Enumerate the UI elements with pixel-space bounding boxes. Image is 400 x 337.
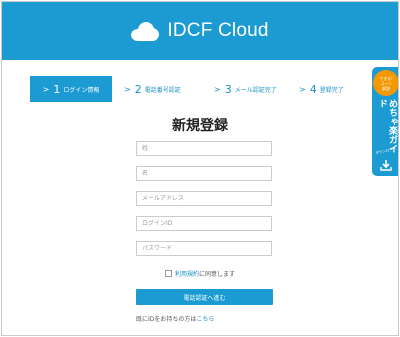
step-number: 2	[134, 82, 142, 96]
step-indicator: > 1 ログイン情報 > 2 電話番号認証 > 3 メール認証完了 > 4 登録…	[2, 76, 398, 102]
chevron-right-icon: >	[124, 84, 131, 94]
chevron-right-icon: >	[299, 84, 306, 94]
email-field[interactable]	[136, 191, 272, 206]
step-1: > 1 ログイン情報	[30, 76, 112, 102]
first-name-field[interactable]	[136, 166, 272, 181]
chevron-right-icon: >	[214, 84, 221, 94]
banner-badge: できる! ゴーン 解説	[373, 70, 398, 96]
chevron-right-icon: >	[42, 84, 50, 94]
step-3: > 3 メール認証完了	[214, 76, 277, 102]
step-4: > 4 登録完了	[299, 76, 344, 102]
badge-line-3: 解説	[382, 85, 390, 91]
terms-suffix: に同意します	[199, 271, 236, 278]
step-2: > 2 電話番号認証	[124, 76, 181, 102]
guide-banner[interactable]: できる! ゴーン 解説 めちゃ楽ガイド ダウンロード	[372, 67, 398, 176]
last-name-field[interactable]	[136, 141, 272, 156]
download-icon	[380, 160, 392, 171]
header: IDCF Cloud	[2, 2, 398, 60]
existing-account-line: 既にIDをお持ちの方はこちら	[136, 314, 214, 323]
step-number: 4	[309, 82, 317, 96]
login-prompt: 既にIDをお持ちの方は	[136, 316, 197, 323]
logo: IDCF Cloud	[131, 20, 268, 42]
logo-text: IDCF Cloud	[167, 20, 269, 41]
step-number: 1	[53, 82, 61, 96]
step-label: メール認証完了	[234, 86, 277, 94]
page-title: 新規登録	[172, 118, 228, 134]
login-link[interactable]: こちら	[196, 316, 214, 323]
terms-text: 利用規約に同意します	[175, 269, 235, 278]
terms-link[interactable]: 利用規約	[175, 271, 199, 278]
step-number: 3	[224, 82, 232, 96]
submit-button[interactable]: 電話認証へ進む	[136, 289, 273, 305]
cloud-icon	[131, 21, 161, 41]
page-frame: IDCF Cloud > 1 ログイン情報 > 2 電話番号認証 > 3 メール…	[1, 1, 399, 336]
step-label: 登録完了	[319, 86, 344, 94]
terms-agreement: 利用規約に同意します	[2, 269, 398, 278]
step-label: ログイン情報	[63, 86, 100, 94]
password-field[interactable]	[136, 241, 272, 256]
step-label: 電話番号認証	[144, 86, 181, 94]
login-id-field[interactable]	[136, 216, 272, 231]
terms-checkbox[interactable]	[164, 270, 172, 277]
